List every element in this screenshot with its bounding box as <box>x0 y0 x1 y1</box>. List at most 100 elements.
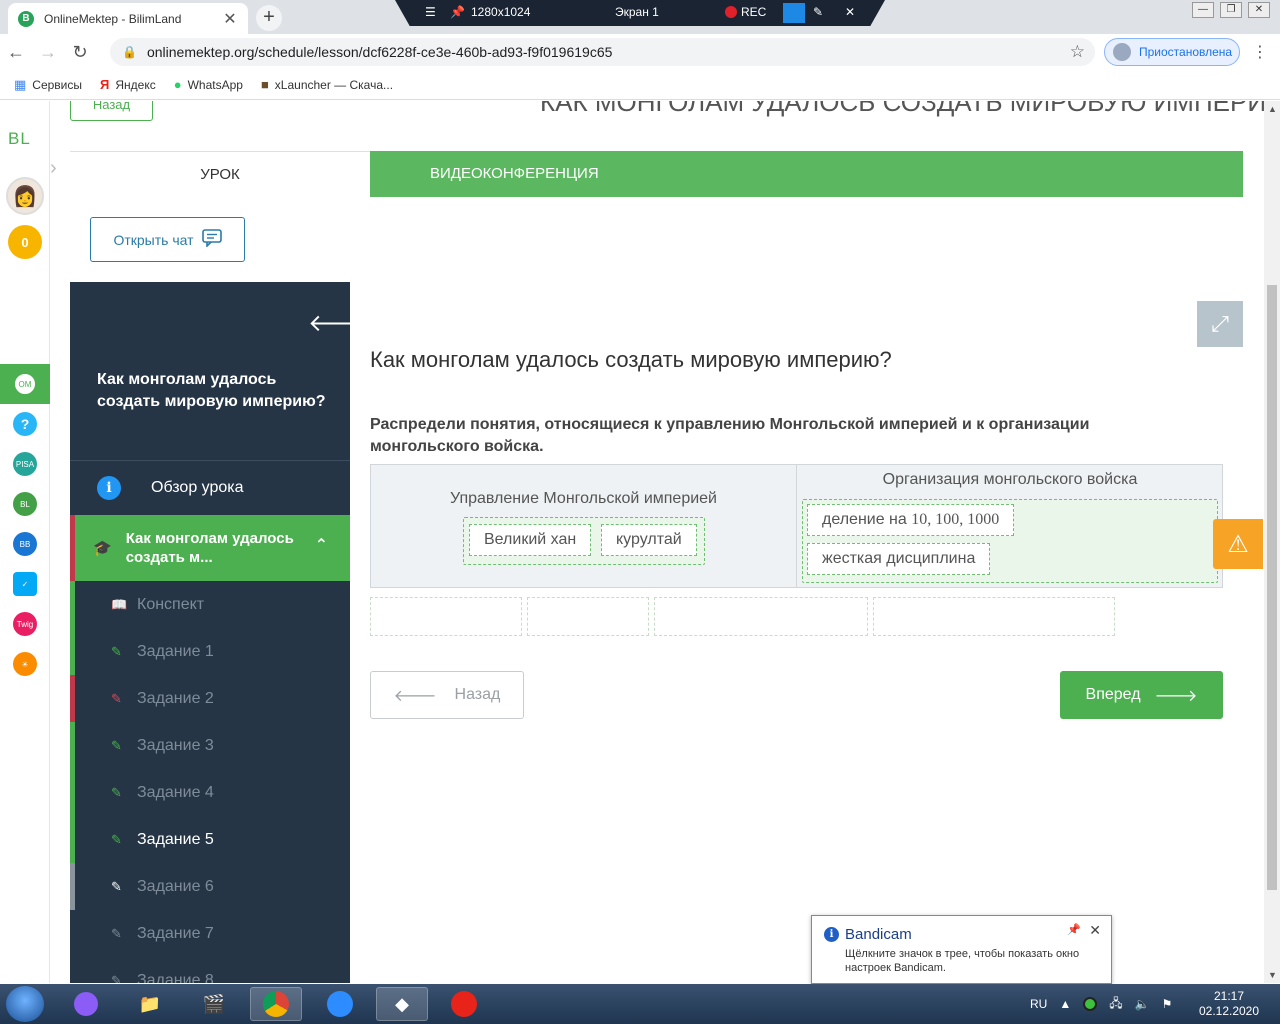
onlinemektep-app-icon[interactable]: OM <box>13 372 37 396</box>
camera-icon[interactable] <box>783 3 805 23</box>
pin-icon[interactable]: 📌 <box>450 5 465 19</box>
sidebar-item-task-7[interactable]: ✎ Задание 7 <box>70 910 350 957</box>
pisa-app-icon[interactable]: PISA <box>13 452 37 476</box>
report-problem-button[interactable]: ⚠ <box>1213 519 1263 569</box>
start-button[interactable] <box>6 986 44 1022</box>
notification-close-icon[interactable]: ✕ <box>1089 922 1101 939</box>
alice-app-icon[interactable] <box>60 987 112 1021</box>
recorder-rec[interactable]: REC <box>725 5 766 19</box>
empty-answer-slot[interactable] <box>527 597 649 636</box>
concept-chip-discipline[interactable]: жесткая дисциплина <box>807 543 991 575</box>
scroll-up-icon[interactable]: ▲ <box>1268 104 1277 114</box>
edit-icon: ✎ <box>111 643 122 659</box>
pencil-icon[interactable]: ✎ <box>813 5 823 19</box>
minimize-icon[interactable]: — <box>1192 2 1214 18</box>
media-player-icon[interactable]: 🎬 <box>188 987 240 1021</box>
book-icon: 📖 <box>111 596 128 612</box>
rail-expand-chevron-icon[interactable]: › <box>50 157 70 185</box>
empty-answer-slot[interactable] <box>654 597 868 636</box>
sidebar-item-overview[interactable]: i Обзор урока <box>70 461 350 515</box>
avatar[interactable]: 👩 <box>6 177 44 215</box>
sidebar-item-konspekt[interactable]: 📖 Конспект <box>70 581 350 628</box>
scrollbar-thumb[interactable] <box>1267 285 1277 890</box>
sidebar-item-active-section[interactable]: 🎓 Как монголам удалось создать м... ⌃ <box>70 515 350 581</box>
browser-menu-icon[interactable]: ⋮ <box>1252 42 1268 62</box>
sidebar-item-task-8[interactable]: ✎ Задание 8 <box>70 957 350 984</box>
empty-answer-slot[interactable] <box>370 597 522 636</box>
tab-close-icon[interactable]: ✕ <box>222 9 238 29</box>
sidebar-item-label: Задание 6 <box>137 877 214 895</box>
bookmark-services[interactable]: ▦ Сервисы <box>14 77 82 93</box>
next-button[interactable]: Вперед 🡒 <box>1060 671 1223 719</box>
bandicam-notification[interactable]: i Bandicam Щёлкните значок в трее, чтобы… <box>811 915 1112 984</box>
bl-logo[interactable]: BL <box>8 129 31 149</box>
clock-time: 21:17 <box>1213 989 1245 1003</box>
forward-arrow-icon[interactable]: → <box>32 42 64 63</box>
tab-lesson[interactable]: УРОК <box>70 151 370 197</box>
bilimland-app-icon[interactable]: BL <box>13 492 37 516</box>
bilimclub-app-icon[interactable]: ☀ <box>13 652 37 676</box>
sidebar-item-task-6[interactable]: ✎ Задание 6 <box>70 863 350 910</box>
volume-icon[interactable]: 🔈 <box>1135 997 1150 1011</box>
header-back-button[interactable]: Назад <box>70 101 153 121</box>
tray-expand-icon[interactable]: ▲ <box>1059 997 1071 1011</box>
bilimbook-app-icon[interactable]: BB <box>13 532 37 556</box>
profile-button[interactable]: Приостановлена <box>1104 38 1240 66</box>
empty-answer-slot[interactable] <box>873 597 1115 636</box>
sidebar-item-task-2[interactable]: ✎ Задание 2 <box>70 675 350 722</box>
sidebar-item-task-1[interactable]: ✎ Задание 1 <box>70 628 350 675</box>
menu-icon[interactable]: ☰ <box>425 5 436 19</box>
back-button[interactable]: 🡐 Назад <box>370 671 524 719</box>
new-tab-button[interactable]: + <box>256 5 282 31</box>
yandex-browser-icon[interactable] <box>438 987 490 1021</box>
zoom-app-icon[interactable] <box>314 987 366 1021</box>
bookmark-star-icon[interactable]: ☆ <box>1070 42 1085 62</box>
window-close-icon[interactable]: ✕ <box>1248 2 1270 18</box>
network-icon[interactable]: 🖧 <box>1109 994 1122 1015</box>
url-input[interactable]: 🔒 onlinemektep.org/schedule/lesson/dcf62… <box>110 38 1095 66</box>
reload-icon[interactable]: ↻ <box>64 42 96 63</box>
sidebar-item-task-5[interactable]: ✎ Задание 5 <box>70 816 350 863</box>
sidebar-lesson-title: Как монголам удалось создать мировую имп… <box>97 371 326 410</box>
bookmark-xlauncher[interactable]: ■ xLauncher — Скача... <box>261 77 393 92</box>
pin-icon[interactable]: 📌 <box>1067 923 1081 936</box>
concept-chip-division[interactable]: деление на 10, 100, 1000 <box>807 504 1015 536</box>
concept-chip-great-khan[interactable]: Великий хан <box>469 524 592 556</box>
tab-videoconference[interactable]: ВИДЕОКОНФЕРЕНЦИЯ <box>370 151 1243 197</box>
taskbar-clock[interactable]: 21:17 02.12.2020 <box>1196 989 1262 1019</box>
bookmark-label: Яндекс <box>115 77 156 92</box>
drop-zone-governance[interactable]: Великий хан курултай <box>463 517 705 565</box>
web-page: BL 👩 0 OM ? PISA BL BB ✓ Twig ☀ › Назад … <box>0 101 1264 983</box>
chip-text: деление на <box>822 511 912 528</box>
chevron-up-icon[interactable]: ⌃ <box>315 535 328 555</box>
concept-chip-kurultai[interactable]: курултай <box>601 524 697 556</box>
language-indicator[interactable]: RU <box>1030 997 1047 1011</box>
recorder-close-icon[interactable]: ✕ <box>845 5 855 19</box>
drop-zone-army[interactable]: деление на 10, 100, 1000 жесткая дисципл… <box>802 499 1218 583</box>
bluestacks-icon[interactable]: ◆ <box>376 987 428 1021</box>
bookmark-whatsapp[interactable]: ● WhatsApp <box>174 77 243 92</box>
file-explorer-icon[interactable]: 📁 <box>124 987 176 1021</box>
back-arrow-icon[interactable]: ← <box>0 42 32 63</box>
coins-badge[interactable]: 0 <box>8 225 42 259</box>
action-center-icon[interactable]: ⚑ <box>1162 997 1173 1011</box>
open-chat-button[interactable]: Открыть чат <box>90 217 245 262</box>
help-icon[interactable]: ? <box>13 412 37 436</box>
scroll-down-icon[interactable]: ▼ <box>1268 970 1277 980</box>
page-scrollbar[interactable]: ▲ ▼ <box>1264 101 1280 983</box>
bookmark-yandex[interactable]: Я Яндекс <box>100 77 156 92</box>
maximize-icon[interactable]: ❐ <box>1220 2 1242 18</box>
fullscreen-button[interactable]: ⤢ <box>1197 301 1243 347</box>
sidebar-item-task-3[interactable]: ✎ Задание 3 <box>70 722 350 769</box>
test-app-icon[interactable]: ✓ <box>13 572 37 596</box>
chrome-icon[interactable] <box>250 987 302 1021</box>
browser-tab[interactable]: B OnlineMektep - BilimLand ✕ <box>8 3 248 34</box>
collapse-sidebar-arrow-icon[interactable]: 🡐 <box>308 308 372 338</box>
sidebar-item-task-4[interactable]: ✎ Задание 4 <box>70 769 350 816</box>
bandicam-tray-icon[interactable] <box>1083 997 1098 1011</box>
task-instructions: Распредели понятия, относящиеся к управл… <box>370 416 1090 455</box>
column-empire-governance: Управление Монгольской империей Великий … <box>371 465 797 587</box>
system-tray: RU ▲ 🖧 🔈 ⚑ <box>1030 984 1172 1024</box>
profile-label: Приостановлена <box>1139 45 1233 59</box>
twig-app-icon[interactable]: Twig <box>13 612 37 636</box>
